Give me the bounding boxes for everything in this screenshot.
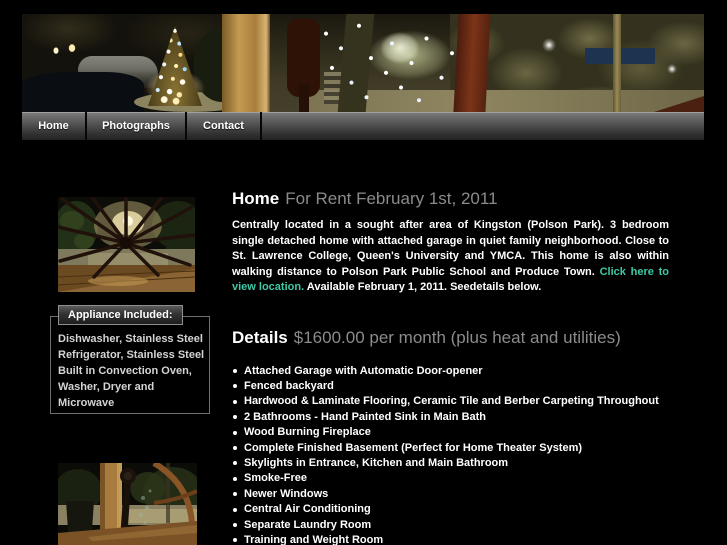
feature-item: Central Air Conditioning: [232, 502, 669, 517]
feature-item: Newer Windows: [232, 487, 669, 502]
feature-item: Skylights in Entrance, Kitchen and Main …: [232, 456, 669, 471]
feature-item: 2 Bathrooms - Hand Painted Sink in Main …: [232, 410, 669, 425]
main-navigation: Home Photographs Contact: [22, 112, 704, 140]
header-paddle-handle: [299, 84, 309, 112]
header-string-lights: [314, 14, 464, 112]
sidebar-photo-window-view: [58, 463, 197, 545]
details-heading: Details $1600.00 per month (plus heat and…: [232, 327, 669, 347]
main-content: Home For Rent February 1st, 2011 Centrall…: [232, 190, 669, 545]
details-price: $1600.00 per month (plus heat and utilit…: [293, 327, 621, 347]
nav-tab-photographs[interactable]: Photographs: [87, 112, 187, 140]
feature-item: Hardwood & Laminate Flooring, Ceramic Ti…: [232, 394, 669, 409]
appliance-included-label: Appliance Included:: [58, 305, 183, 325]
feature-item: Attached Garage with Automatic Door-open…: [232, 364, 669, 379]
feature-item: Wood Burning Fireplace: [232, 425, 669, 440]
page: Home Photographs Contact Appliance Inclu…: [0, 0, 727, 545]
feature-item: Separate Laundry Room: [232, 518, 669, 533]
details-title: Details: [232, 327, 288, 347]
header-street-lamp-2: [667, 64, 677, 74]
appliance-list-text: Dishwasher, Stainless Steel Refrigerator…: [58, 333, 205, 409]
header-dark-bush: [22, 72, 144, 112]
nav-tab-home[interactable]: Home: [22, 112, 87, 140]
intro-subtitle: For Rent February 1st, 2011: [285, 189, 498, 208]
intro-paragraph: Centrally located in a sought after area…: [232, 218, 669, 296]
feature-item: Smoke-Free: [232, 471, 669, 486]
header-street-lamp-1: [542, 38, 556, 52]
header-wood-post: [222, 14, 270, 112]
nav-filler: [262, 112, 704, 140]
intro-heading: Home For Rent February 1st, 2011: [232, 190, 669, 208]
header-photo: [22, 14, 704, 112]
feature-item: Training and Weight Room: [232, 533, 669, 545]
feature-list: Attached Garage with Automatic Door-open…: [232, 364, 669, 545]
header-sign-pole: [613, 14, 621, 112]
intro-text-after-link: Available February 1, 2011. Seedetails b…: [304, 281, 542, 293]
intro-title: Home: [232, 189, 280, 208]
feature-item: Complete Finished Basement (Perfect for …: [232, 441, 669, 456]
feature-item: Fenced backyard: [232, 379, 669, 394]
header-red-frame-post: [453, 14, 491, 112]
nav-tab-contact[interactable]: Contact: [187, 112, 262, 140]
sidebar-photo-wagon-wheel: [58, 197, 195, 292]
